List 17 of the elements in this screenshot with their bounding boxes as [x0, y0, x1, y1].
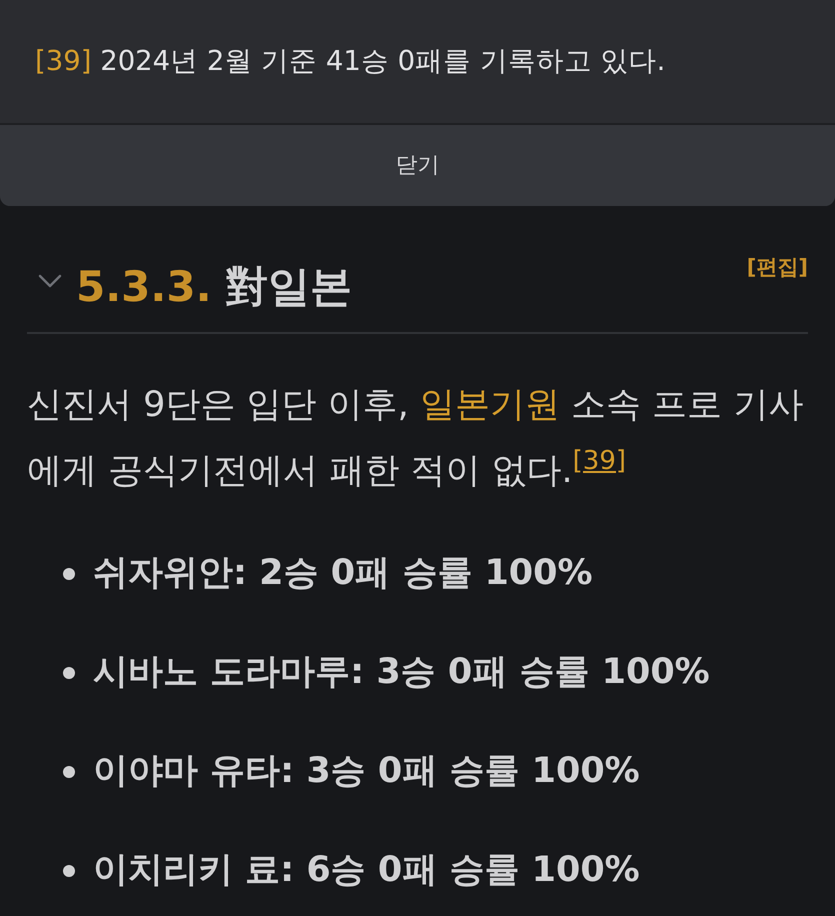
bullet-icon — [63, 666, 75, 678]
bullet-icon — [63, 864, 75, 876]
wiki-link[interactable]: 일본기원 — [420, 385, 560, 425]
list-item-text: 시바노 도라마루: 3승 0패 승률 100% — [93, 651, 710, 694]
list-item-text: 이야마 유타: 3승 0패 승률 100% — [93, 750, 640, 794]
body-paragraph: 신진서 9단은 입단 이후, 일본기원 소속 프로 기사에게 공식기전에서 패한 적이 없다.$^{[39]}$ — [27, 384, 804, 493]
footnote-text: [39] 2024년 2월 기준 41승 0패를 기록하고 있다. — [35, 45, 666, 78]
bullet-icon — [63, 766, 75, 778]
chevron-down-icon[interactable] — [38, 274, 62, 288]
section-heading: 5.3.3. 對일본 — [76, 260, 352, 310]
footnote-link[interactable]: [39] — [572, 446, 626, 476]
list-item-text: 이치리키 료: 6승 0패 승률 100% — [93, 849, 640, 892]
list-item-text: 쉬자위안: 2승 0패 승률 100% — [93, 552, 593, 596]
footnote-ref-link[interactable]: [39] — [35, 45, 92, 77]
bullet-icon — [63, 568, 75, 580]
close-button[interactable]: 닫기 — [0, 125, 835, 206]
edit-link[interactable]: [편집] — [746, 252, 808, 284]
